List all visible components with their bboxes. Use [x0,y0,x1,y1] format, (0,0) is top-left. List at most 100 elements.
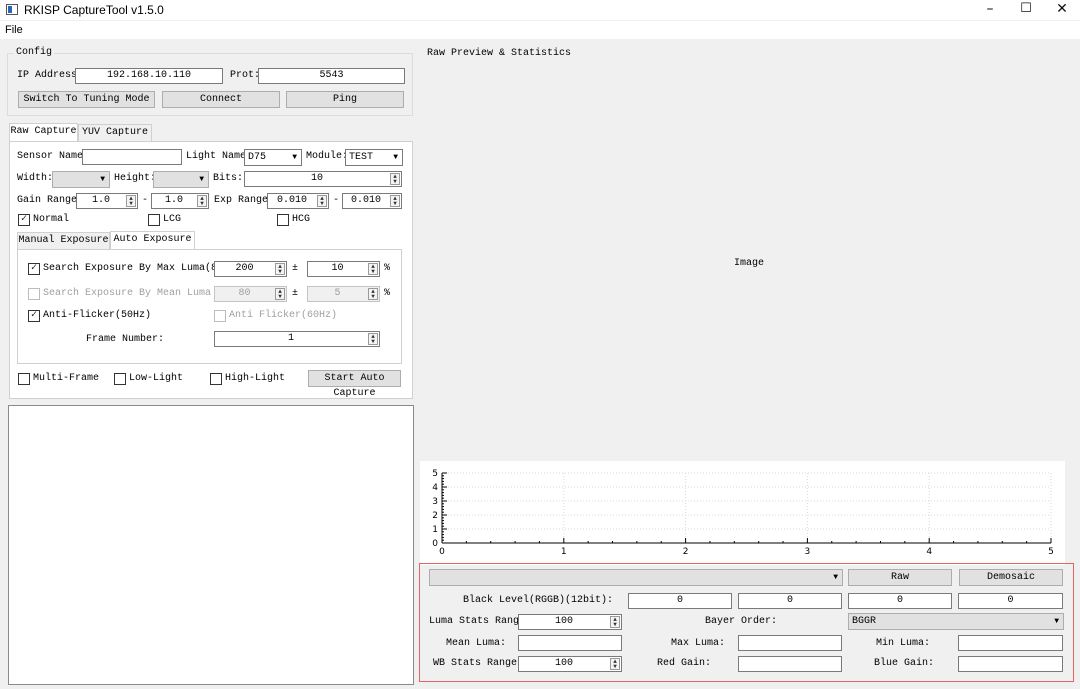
spin-arrows-icon[interactable]: ▲ ▼ [275,288,285,300]
height-label: Height: [114,173,157,184]
y-tick-label: 5 [432,469,438,479]
app-icon [6,4,18,15]
switch-tuning-mode-button[interactable]: Switch To Tuning Mode [18,91,155,108]
light-name-value: D75 [248,152,267,163]
x-tick-label: 5 [1048,547,1054,557]
spin-arrows-icon[interactable]: ▲ ▼ [317,195,327,207]
image-placeholder: Image [734,258,765,269]
red-gain-output[interactable] [738,656,842,672]
spin-arrows-icon[interactable]: ▲ ▼ [390,173,400,185]
exp-min-spinbox[interactable]: 0.010 ▲ ▼ [267,193,329,209]
ping-button[interactable]: Ping [286,91,404,108]
search-max-luma-checkbox[interactable]: ✓ [28,263,40,275]
search-mean-luma-label: Search Exposure By Mean Luma [43,288,212,299]
wb-stats-range-value: 100 [554,658,573,669]
chevron-down-icon: ▼ [833,573,838,582]
black-level-gb-input[interactable]: 0 [848,593,952,609]
module-select[interactable]: TEST ▼ [345,149,403,166]
low-light-checkbox[interactable] [114,373,126,385]
start-auto-capture-button[interactable]: Start Auto Capture [308,370,401,399]
max-luma-output[interactable] [738,635,842,651]
black-level-b-input[interactable]: 0 [958,593,1063,609]
anti-flicker-60-label: Anti Flicker(60Hz) [229,310,338,321]
search-max-luma-spinbox[interactable]: 200 ▲ ▼ [214,261,287,277]
spin-arrows-icon[interactable]: ▲ ▼ [610,658,620,670]
min-luma-output[interactable] [958,635,1063,651]
frame-number-spinbox[interactable]: 1 ▲ ▼ [214,331,380,347]
sensor-name-input[interactable] [82,149,182,165]
min-luma-label: Min Luma: [876,638,931,649]
wb-stats-range-spinbox[interactable]: 100 ▲ ▼ [518,656,622,672]
minimize-button[interactable]: – [972,0,1008,20]
log-output-area[interactable] [8,405,414,685]
spin-arrows-icon[interactable]: ▲ ▼ [275,263,285,275]
blue-gain-output[interactable] [958,656,1063,672]
spin-arrows-icon[interactable]: ▲ ▼ [610,616,620,628]
raw-button[interactable]: Raw [848,569,952,586]
window-title: RKISP CaptureTool v1.5.0 [24,3,164,17]
black-level-gr-input[interactable]: 0 [738,593,842,609]
close-button[interactable]: ✕ [1044,0,1080,20]
search-mean-tolerance-value: 5 [334,288,341,299]
normal-checkbox[interactable]: ✓ [18,214,30,226]
lcg-checkbox[interactable] [148,214,160,226]
preview-title: Raw Preview & Statistics [427,48,572,59]
port-input[interactable]: 5543 [258,68,405,84]
exp-max-spinbox[interactable]: 0.010 ▲ ▼ [342,193,402,209]
tab-auto-exposure[interactable]: Auto Exposure [110,231,195,250]
x-tick-label: 3 [805,547,811,557]
mean-luma-output[interactable] [518,635,622,651]
spin-arrows-icon[interactable]: ▲ ▼ [368,333,378,345]
connect-button[interactable]: Connect [162,91,280,108]
gain-max-spinbox[interactable]: 1.0 ▲ ▼ [151,193,209,209]
bits-label: Bits: [213,173,244,184]
menu-file[interactable]: File [5,23,23,37]
chevron-down-icon: ▼ [100,175,105,184]
lcg-label: LCG [163,214,182,225]
maximize-button[interactable]: ☐ [1008,0,1044,20]
high-light-checkbox[interactable] [210,373,222,385]
anti-flicker-50-label: Anti-Flicker(50Hz) [43,310,152,321]
width-select[interactable]: ▼ [52,171,110,188]
bits-spinbox[interactable]: 10 ▲ ▼ [244,171,402,187]
tab-yuv-capture[interactable]: YUV Capture [78,124,152,142]
ip-address-input[interactable]: 192.168.10.110 [75,68,223,84]
spin-arrows-icon[interactable]: ▲ ▼ [368,288,378,300]
spin-arrows-icon[interactable]: ▲ ▼ [390,195,400,207]
light-name-select[interactable]: D75 ▼ [244,149,302,166]
bayer-order-select[interactable]: BGGR ▼ [848,613,1064,630]
luma-stats-range-spinbox[interactable]: 100 ▲ ▼ [518,614,622,630]
light-name-label: Light Name: [186,151,253,162]
search-max-tolerance-spinbox[interactable]: 10 ▲ ▼ [307,261,380,277]
search-mean-tolerance-spinbox[interactable]: 5 ▲ ▼ [307,286,380,302]
spin-arrows-icon[interactable]: ▲ ▼ [126,195,136,207]
high-light-label: High-Light [225,373,286,384]
exp-min-value: 0.010 [276,195,307,206]
chevron-down-icon: ▼ [292,153,297,162]
black-level-r-input[interactable]: 0 [628,593,732,609]
module-label: Module: [306,151,349,162]
ip-address-label: IP Address: [17,70,84,81]
height-select[interactable]: ▼ [153,171,209,188]
spin-arrows-icon[interactable]: ▲ ▼ [368,263,378,275]
frame-number-value: 1 [287,333,294,344]
low-light-label: Low-Light [129,373,184,384]
sensor-name-label: Sensor Name: [17,151,90,162]
search-mean-luma-checkbox[interactable] [28,288,40,300]
chevron-down-icon: ▼ [1054,617,1059,626]
anti-flicker-60-checkbox[interactable] [214,310,226,322]
gain-min-spinbox[interactable]: 1.0 ▲ ▼ [76,193,138,209]
spin-arrows-icon[interactable]: ▲ ▼ [197,195,207,207]
anti-flicker-50-checkbox[interactable]: ✓ [28,310,40,322]
demosaic-button[interactable]: Demosaic [959,569,1063,586]
tab-manual-exposure[interactable]: Manual Exposure [17,232,110,250]
mean-luma-label: Mean Luma: [446,638,507,649]
y-tick-label: 4 [432,483,438,493]
stats-source-select[interactable]: ▼ [429,569,843,586]
tab-raw-capture[interactable]: Raw Capture [9,123,78,142]
multi-frame-checkbox[interactable] [18,373,30,385]
search-mean-luma-spinbox[interactable]: 80 ▲ ▼ [214,286,287,302]
y-tick-label: 2 [432,511,438,521]
x-tick-label: 2 [683,547,689,557]
hcg-checkbox[interactable] [277,214,289,226]
